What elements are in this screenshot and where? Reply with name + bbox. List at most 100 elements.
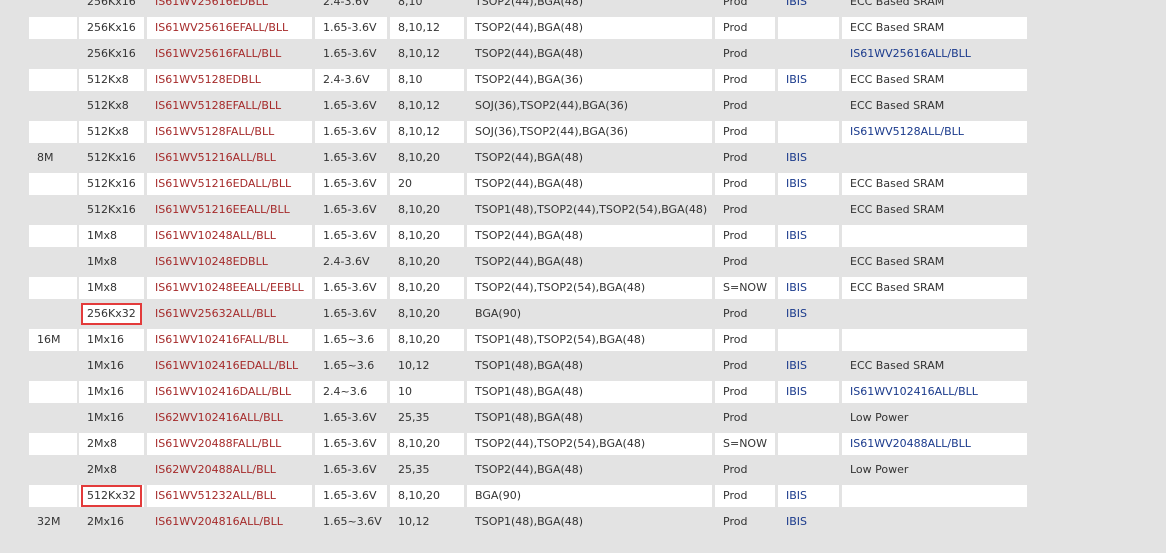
part-number-link[interactable]: IS61WV25616FALL/BLL	[147, 43, 312, 65]
ibis-link[interactable]: IBIS	[778, 381, 839, 403]
vcc-cell: 1.65-3.6V	[315, 277, 387, 299]
notes-cell: ECC Based SRAM	[842, 0, 1027, 13]
speed-cell: 10	[390, 381, 464, 403]
speed-cell: 8,10,20	[390, 433, 464, 455]
density-cell	[29, 69, 77, 91]
package-cell: TSOP2(44),BGA(48)	[467, 0, 712, 13]
ibis-link	[778, 459, 839, 481]
part-number-link[interactable]: IS61WV51216EEALL/BLL	[147, 199, 312, 221]
status-cell: Prod	[715, 303, 775, 325]
ibis-link[interactable]: IBIS	[778, 0, 839, 13]
notes-cell: ECC Based SRAM	[842, 355, 1027, 377]
package-cell: TSOP1(48),BGA(48)	[467, 407, 712, 429]
notes-cell: ECC Based SRAM	[842, 95, 1027, 117]
density-cell	[29, 199, 77, 221]
ibis-link	[778, 121, 839, 143]
status-cell: S=NOW	[715, 277, 775, 299]
part-number-link[interactable]: IS61WV51216EDALL/BLL	[147, 173, 312, 195]
notes-cell: Low Power	[842, 407, 1027, 429]
vcc-cell: 2.4-3.6V	[315, 251, 387, 273]
speed-cell: 8,10,20	[390, 329, 464, 351]
density-cell	[29, 95, 77, 117]
ibis-link	[778, 407, 839, 429]
part-number-link[interactable]: IS61WV25616EDBLL	[147, 0, 312, 13]
part-number-link[interactable]: IS61WV5128FALL/BLL	[147, 121, 312, 143]
table-row: 512Kx8 IS61WV5128EFALL/BLL 1.65-3.6V 8,10,1…	[0, 93, 1166, 119]
status-cell: Prod	[715, 121, 775, 143]
density-cell	[29, 485, 77, 507]
notes-cell	[842, 485, 1027, 507]
part-number-link[interactable]: IS61WV51232ALL/BLL	[147, 485, 312, 507]
part-number-link[interactable]: IS61WV20488FALL/BLL	[147, 433, 312, 455]
ibis-link[interactable]: IBIS	[778, 225, 839, 247]
ibis-link[interactable]: IBIS	[778, 485, 839, 507]
notes-link[interactable]: IS61WV5128ALL/BLL	[842, 121, 1027, 143]
ibis-link	[778, 95, 839, 117]
highlighted-organization: 256Kx32	[81, 303, 142, 325]
organization-cell: 512Kx32	[79, 485, 144, 507]
vcc-cell: 1.65~3.6	[315, 329, 387, 351]
notes-link[interactable]: IS61WV102416ALL/BLL	[842, 381, 1027, 403]
status-cell: Prod	[715, 173, 775, 195]
organization-cell: 1Mx16	[79, 355, 144, 377]
part-number-link[interactable]: IS61WV25632ALL/BLL	[147, 303, 312, 325]
part-number-link[interactable]: IS61WV204816ALL/BLL	[147, 511, 312, 533]
part-number-link[interactable]: IS62WV20488ALL/BLL	[147, 459, 312, 481]
density-cell	[29, 173, 77, 195]
density-cell	[29, 251, 77, 273]
package-cell: TSOP2(44),BGA(48)	[467, 225, 712, 247]
part-number-link[interactable]: IS61WV51216ALL/BLL	[147, 147, 312, 169]
part-number-link[interactable]: IS61WV102416EDALL/BLL	[147, 355, 312, 377]
density-cell: 16M	[29, 329, 77, 351]
organization-cell: 2Mx16	[79, 511, 144, 533]
part-number-link[interactable]: IS62WV102416ALL/BLL	[147, 407, 312, 429]
part-number-link[interactable]: IS61WV10248EDBLL	[147, 251, 312, 273]
part-number-link[interactable]: IS61WV25616EFALL/BLL	[147, 17, 312, 39]
ibis-link[interactable]: IBIS	[778, 277, 839, 299]
ibis-link[interactable]: IBIS	[778, 173, 839, 195]
ibis-link[interactable]: IBIS	[778, 69, 839, 91]
package-cell: SOJ(36),TSOP2(44),BGA(36)	[467, 121, 712, 143]
organization-cell: 512Kx8	[79, 69, 144, 91]
organization-cell: 512Kx8	[79, 121, 144, 143]
status-cell: Prod	[715, 355, 775, 377]
notes-link[interactable]: IS61WV25616ALL/BLL	[842, 43, 1027, 65]
ibis-link	[778, 433, 839, 455]
package-cell: BGA(90)	[467, 485, 712, 507]
speed-cell: 20	[390, 173, 464, 195]
highlighted-organization: 512Kx32	[81, 485, 142, 507]
part-number-link[interactable]: IS61WV5128EDBLL	[147, 69, 312, 91]
speed-cell: 8,10,12	[390, 43, 464, 65]
part-number-link[interactable]: IS61WV10248ALL/BLL	[147, 225, 312, 247]
status-cell: Prod	[715, 511, 775, 533]
speed-cell: 8,10,20	[390, 277, 464, 299]
ibis-link[interactable]: IBIS	[778, 355, 839, 377]
organization-cell: 2Mx8	[79, 433, 144, 455]
notes-cell: ECC Based SRAM	[842, 17, 1027, 39]
status-cell: Prod	[715, 69, 775, 91]
part-number-link[interactable]: IS61WV102416DALL/BLL	[147, 381, 312, 403]
package-cell: TSOP1(48),BGA(48)	[467, 381, 712, 403]
table-row: 32M 2Mx16 IS61WV204816ALL/BLL 1.65~3.6V 10,1…	[0, 509, 1166, 535]
notes-cell	[842, 225, 1027, 247]
organization-cell: 1Mx8	[79, 277, 144, 299]
table-row: 1Mx8 IS61WV10248EDBLL 2.4-3.6V 8,10,20 TSOP2…	[0, 249, 1166, 275]
sram-table-viewport: 256Kx16 IS61WV25616EDBLL 2.4-3.6V 8,10 TSOP2…	[0, 0, 1166, 553]
package-cell: TSOP1(48),BGA(48)	[467, 355, 712, 377]
table-row: 1Mx16 IS61WV102416DALL/BLL 2.4~3.6 10 TSOP1(…	[0, 379, 1166, 405]
ibis-link[interactable]: IBIS	[778, 511, 839, 533]
notes-link[interactable]: IS61WV20488ALL/BLL	[842, 433, 1027, 455]
package-cell: SOJ(36),TSOP2(44),BGA(36)	[467, 95, 712, 117]
vcc-cell: 2.4-3.6V	[315, 0, 387, 13]
table-row: 256Kx16 IS61WV25616FALL/BLL 1.65-3.6V 8,10,…	[0, 41, 1166, 67]
ibis-link[interactable]: IBIS	[778, 303, 839, 325]
part-number-link[interactable]: IS61WV102416FALL/BLL	[147, 329, 312, 351]
part-number-link[interactable]: IS61WV5128EFALL/BLL	[147, 95, 312, 117]
speed-cell: 8,10,20	[390, 251, 464, 273]
ibis-link[interactable]: IBIS	[778, 147, 839, 169]
vcc-cell: 1.65-3.6V	[315, 43, 387, 65]
notes-cell	[842, 511, 1027, 533]
part-number-link[interactable]: IS61WV10248EEALL/EEBLL	[147, 277, 312, 299]
notes-cell	[842, 329, 1027, 351]
status-cell: Prod	[715, 485, 775, 507]
